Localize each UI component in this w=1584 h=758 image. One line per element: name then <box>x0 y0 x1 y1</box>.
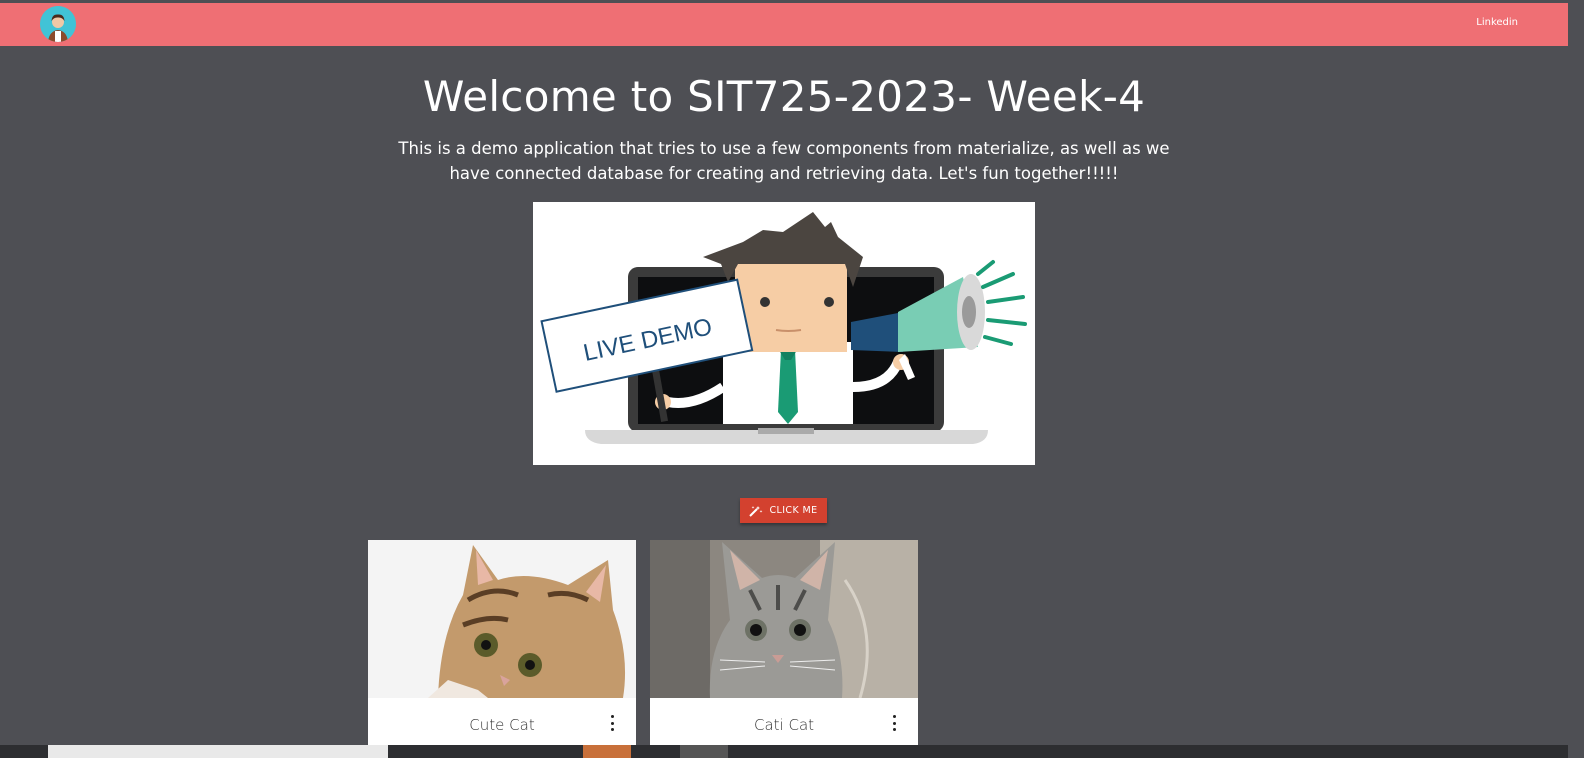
card-cute-cat[interactable]: Cute Cat <box>368 540 636 750</box>
wand-icon <box>749 505 763 517</box>
card-title: Cute Cat <box>469 716 535 734</box>
more-vert-icon[interactable] <box>608 715 616 731</box>
avatar-icon <box>40 6 76 42</box>
click-me-button[interactable]: CLICK ME <box>740 498 827 523</box>
scrollbar-gutter <box>1568 0 1584 758</box>
card-cati-cat[interactable]: Cati Cat <box>650 540 918 750</box>
avatar[interactable] <box>40 6 76 42</box>
card-image <box>368 540 636 698</box>
taskbar-app[interactable] <box>680 745 728 758</box>
page-title: Welcome to SIT725-2023- Week-4 <box>422 72 1146 121</box>
taskbar-app[interactable] <box>583 745 631 758</box>
more-vert-icon[interactable] <box>890 715 898 731</box>
card-title: Cati Cat <box>753 716 815 734</box>
card-image <box>650 540 918 698</box>
linkedin-link[interactable]: Linkedin <box>1476 17 1518 28</box>
navbar: Linkedin <box>0 3 1568 46</box>
page-description: This is a demo application that tries to… <box>398 139 1170 183</box>
click-me-label: CLICK ME <box>769 505 818 516</box>
taskbar-search[interactable] <box>48 745 388 758</box>
hero-image: LIVE DEMO <box>533 202 1035 465</box>
